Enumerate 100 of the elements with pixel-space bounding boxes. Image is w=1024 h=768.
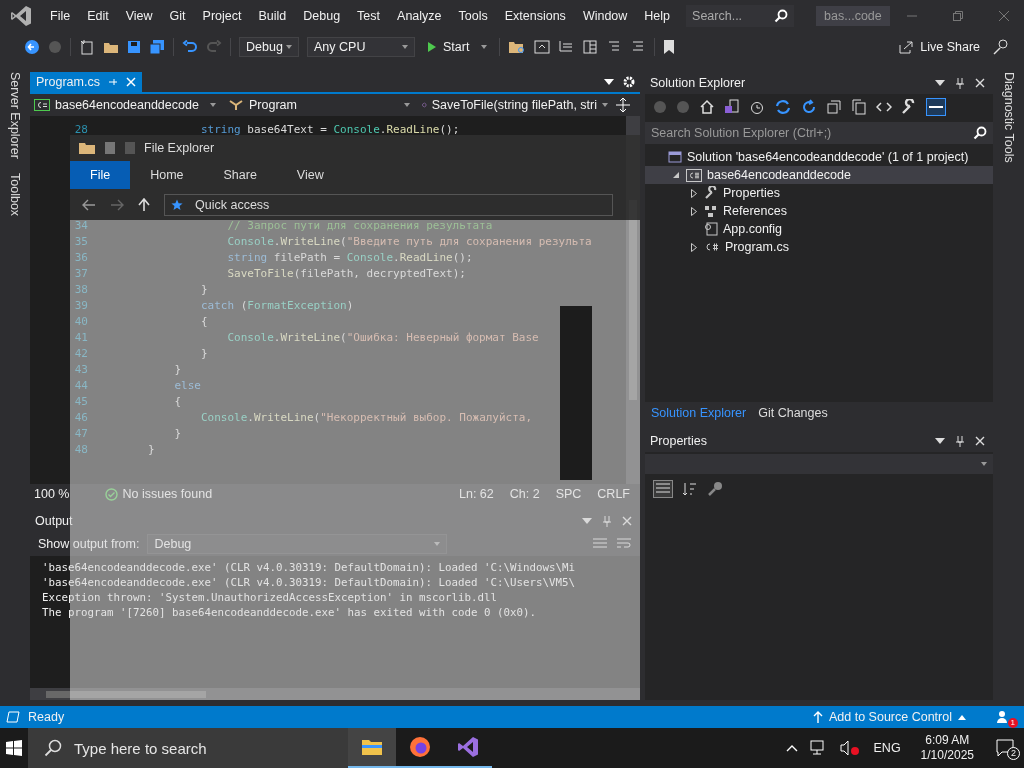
panel-tab[interactable]: Git Changes [758,406,828,420]
share-arrow-icon [898,40,915,54]
side-panel-tab[interactable]: Server Explorer [8,72,22,159]
project-dropdown[interactable]: base64encodeanddecode [30,95,220,115]
undo-icon[interactable] [182,40,198,54]
ribbon-tab[interactable]: Home [130,161,204,189]
chevron-up-icon[interactable] [785,744,798,752]
collapse-all-icon[interactable] [826,99,842,115]
code-line: string filePath = Console.ReadLine(); [226,250,474,266]
tree-item[interactable]: App.config [645,220,993,238]
columns-icon[interactable] [582,39,599,55]
refresh-icon[interactable] [801,99,817,115]
home-icon[interactable] [699,99,715,115]
action-center-icon[interactable] [996,739,1016,757]
sync-icon[interactable] [774,99,792,115]
ribbon-tab[interactable]: View [276,161,344,189]
platform-dropdown[interactable]: Any CPU [307,37,415,57]
ribbon-tab[interactable]: File [70,161,131,189]
wrench-icon[interactable] [901,99,917,115]
collapsed-arrow-icon[interactable] [690,242,698,252]
new-item-icon[interactable] [79,39,95,55]
menu-item[interactable]: Analyze [397,9,442,23]
categorized-icon[interactable] [653,480,673,498]
scrollbar-thumb[interactable] [46,690,206,698]
input-language[interactable]: ENG [873,741,901,755]
code-line: Console.WriteLine("Некорректный выбор. Пожалуйста, [199,410,534,426]
side-panel-tab[interactable]: Diagnostic Tools [1001,72,1016,163]
code-line: } [173,426,183,442]
browser-icon[interactable] [534,39,551,55]
zoom-level[interactable]: 100 % [34,487,70,501]
feedback-icon[interactable] [992,38,1010,56]
start-button[interactable]: Start [423,38,492,56]
back-arrow-icon[interactable] [82,198,96,211]
ribbon-tab[interactable]: Share [203,161,277,189]
folder-search-icon[interactable] [508,39,527,55]
search-field[interactable]: Search... [686,5,795,27]
key-icon[interactable] [707,481,723,497]
properties-icon[interactable] [104,141,116,155]
menu-item[interactable]: Tools [458,9,488,23]
clock-date[interactable]: 1/10/2025 [920,748,974,763]
document-icon[interactable] [724,99,740,115]
dropdown-arrow-icon[interactable] [604,79,614,85]
menu-item[interactable]: Window [582,9,628,23]
bookmark-icon[interactable] [663,39,676,55]
tree-item[interactable]: Program.cs [645,238,993,256]
dropdown-arrow-icon[interactable] [935,438,945,444]
line-number: 42 [73,346,88,362]
search-field[interactable]: Search Solution Explorer (Ctrl+;) [645,122,993,144]
taskbar-app-button[interactable] [348,728,396,768]
tree-item[interactable]: base64encodeanddecode [645,166,993,184]
taskbar-search-field[interactable]: Type here to search [28,728,348,768]
menu-item[interactable]: Debug [303,9,341,23]
pin-icon[interactable] [955,77,965,89]
line-number: 41 [73,330,88,346]
menu-item[interactable]: Project [202,9,242,23]
line-number: 39 [73,298,88,314]
clock-time[interactable]: 6:09 AM [925,733,970,748]
tree-item[interactable]: References [645,202,993,220]
panel-tab[interactable]: Solution Explorer [651,406,747,420]
settings-icon[interactable] [622,75,636,89]
indent-icon[interactable] [558,39,575,55]
address-bar[interactable]: Quick access [164,193,613,216]
tree-item[interactable]: Solution 'base64encodeanddecode' (1 of 1 project) [645,148,993,166]
save-icon[interactable] [127,40,141,54]
member-dropdown[interactable]: SaveToFile(string filePath, stri [418,95,612,115]
menu-item[interactable]: Test [357,9,381,23]
code-icon[interactable] [876,101,892,113]
preview-icon[interactable] [926,98,946,116]
split-icon[interactable] [616,97,630,113]
menu-item[interactable]: Help [644,9,671,23]
history-icon[interactable] [749,99,765,115]
up-arrow-icon[interactable] [138,197,150,212]
restore-icon[interactable] [952,10,964,22]
windows-start-icon[interactable] [6,740,22,756]
code-line: Console.WriteLine("Введите путь для сохранения результа [226,234,593,250]
copy-icon[interactable] [851,99,867,115]
live-share-button[interactable]: Live Share [894,38,984,56]
menu-item[interactable]: View [125,9,153,23]
references-icon [704,204,718,218]
expanded-arrow-icon[interactable] [672,171,680,179]
menu-item[interactable]: File [50,9,71,23]
configuration-dropdown[interactable]: Debug [239,37,299,57]
menu-item[interactable]: Build [258,9,287,23]
tree-item[interactable]: Properties [645,184,993,202]
line-number: 36 [73,250,88,266]
solution-icon [668,151,682,163]
muted-speaker-icon[interactable] [839,740,860,756]
forward-arrow-icon[interactable] [110,198,124,211]
menu-item[interactable]: Edit [87,9,109,23]
save-all-icon[interactable] [149,40,165,54]
pin-icon[interactable] [955,435,965,447]
line-number: 28 [73,122,88,138]
back-icon[interactable] [24,39,40,55]
source-control-button[interactable]: Add to Source Control [809,708,970,726]
menu-item[interactable]: Git [169,9,186,23]
class-dropdown[interactable]: Program [224,95,414,115]
dropdown-arrow-icon[interactable] [935,80,945,86]
menu-item[interactable]: Extensions [504,9,566,23]
side-panel-tab[interactable]: Toolbox [8,172,22,216]
sort-icon[interactable] [682,481,698,497]
